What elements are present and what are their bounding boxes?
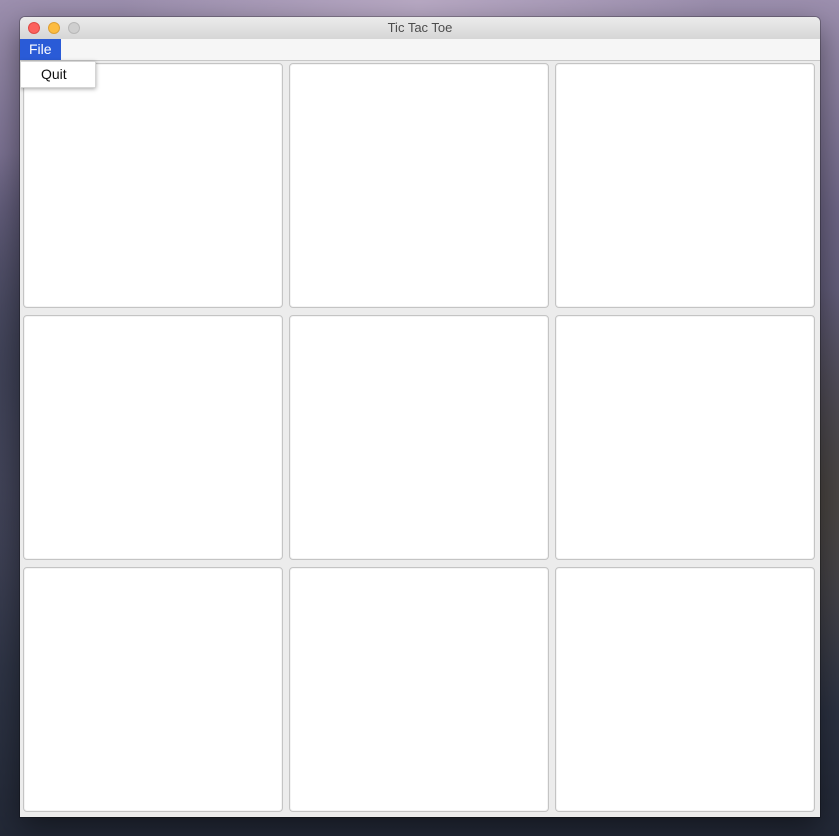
- board-cell[interactable]: [555, 63, 815, 308]
- title-bar[interactable]: Tic Tac Toe: [20, 17, 820, 40]
- board-cell[interactable]: [289, 315, 549, 560]
- file-menu-dropdown: Quit: [20, 61, 96, 88]
- menu-bar: File: [20, 39, 820, 61]
- board-cell[interactable]: [289, 63, 549, 308]
- board-cell[interactable]: [23, 567, 283, 812]
- board-cell[interactable]: [23, 315, 283, 560]
- app-window: Tic Tac Toe File Quit: [20, 17, 820, 817]
- window-title: Tic Tac Toe: [387, 20, 453, 35]
- board-cell[interactable]: [23, 63, 283, 308]
- file-menu[interactable]: File: [20, 39, 61, 60]
- game-board: [23, 63, 817, 814]
- quit-menu-item[interactable]: Quit: [21, 62, 95, 87]
- board-cell[interactable]: [555, 315, 815, 560]
- board-cell[interactable]: [555, 567, 815, 812]
- board-cell[interactable]: [289, 567, 549, 812]
